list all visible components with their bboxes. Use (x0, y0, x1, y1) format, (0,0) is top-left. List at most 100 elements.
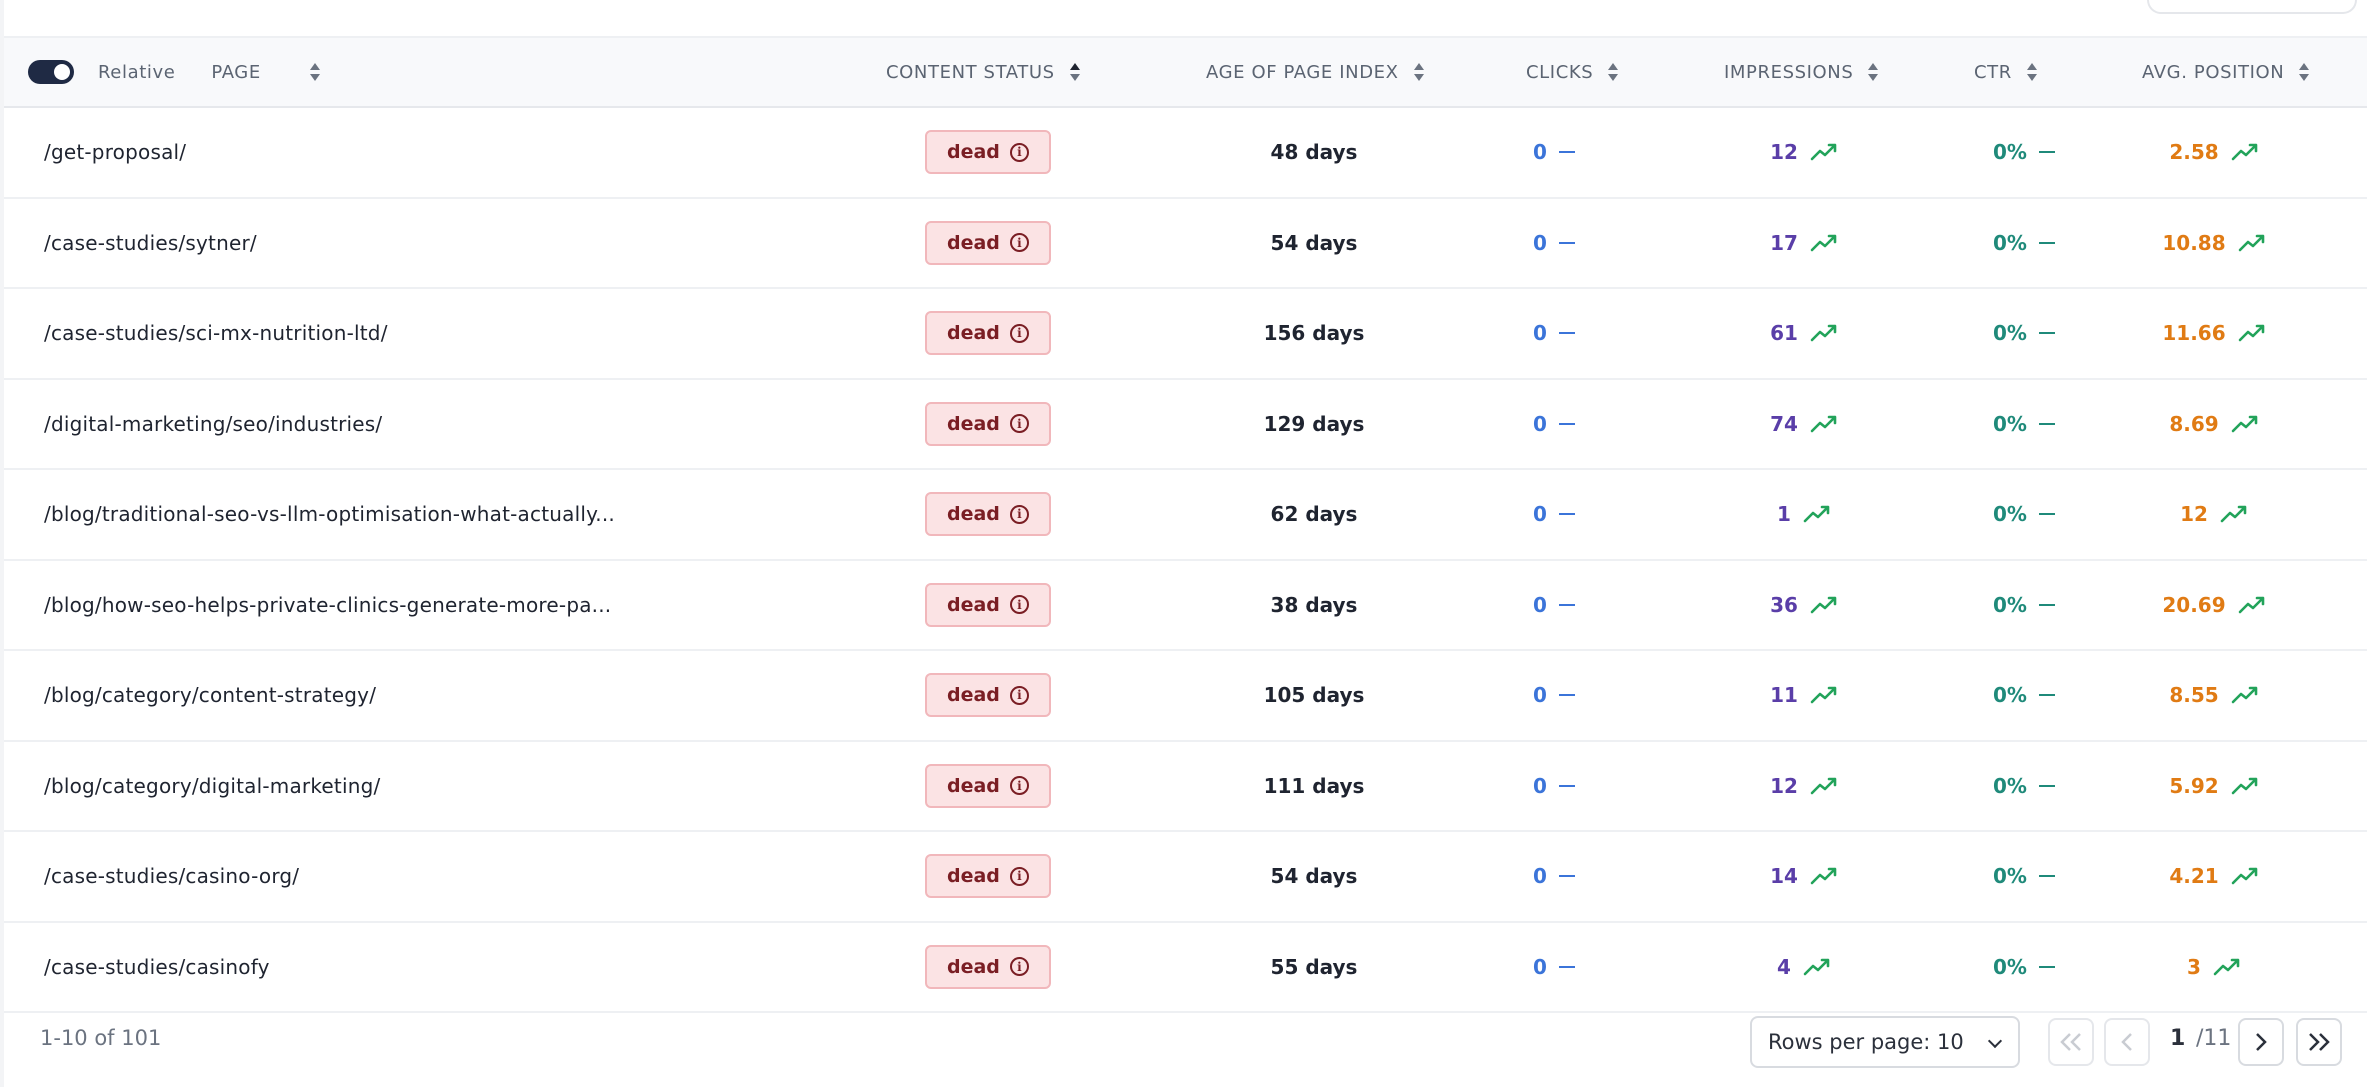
header-ctr[interactable]: CTR (1974, 38, 2038, 106)
table-row[interactable]: /blog/traditional-seo-vs-llm-optimisatio… (4, 470, 2367, 561)
table-row[interactable]: /blog/how-seo-helps-private-clinics-gene… (4, 560, 2367, 651)
current-page: 1 (2170, 1026, 2186, 1051)
trend-up-icon (1810, 234, 1837, 252)
age-cell: 55 days (1164, 923, 1464, 1012)
clicks-value: 0 (1533, 864, 1547, 889)
status-badge[interactable]: dead i (925, 220, 1051, 265)
page-path[interactable]: /blog/category/content-strategy/ (44, 683, 376, 707)
top-control-stub[interactable] (2147, 0, 2357, 14)
chevron-left-icon (2121, 1033, 2132, 1051)
info-icon[interactable]: i (1009, 866, 1029, 886)
sort-content-status-icon[interactable] (1069, 61, 1081, 83)
sort-impressions-icon[interactable] (1867, 61, 1879, 83)
sort-page-icon[interactable] (309, 61, 321, 83)
status-cell: dead i (925, 108, 1051, 197)
info-icon[interactable]: i (1009, 957, 1029, 977)
dash-icon (1558, 784, 1575, 787)
impressions-cell: 36 (1704, 561, 1904, 650)
dash-icon (1558, 875, 1575, 878)
info-icon[interactable]: i (1009, 504, 1029, 524)
table-row[interactable]: /get-proposal/ dead i 48 days 0 12 0% 2.… (4, 108, 2367, 199)
status-badge[interactable]: dead i (925, 944, 1051, 989)
status-badge[interactable]: dead i (925, 763, 1051, 808)
table-row[interactable]: /case-studies/sytner/ dead i 54 days 0 1… (4, 198, 2367, 289)
sort-ctr-icon[interactable] (2026, 61, 2038, 83)
status-badge[interactable]: dead i (925, 492, 1051, 537)
age-cell: 105 days (1164, 651, 1464, 740)
page-path[interactable]: /case-studies/sytner/ (44, 231, 257, 255)
table-row[interactable]: /blog/category/digital-marketing/ dead i… (4, 741, 2367, 832)
table-row[interactable]: /case-studies/casinofy dead i 55 days 0 … (4, 922, 2367, 1013)
sort-age-icon[interactable] (1413, 61, 1425, 83)
clicks-cell: 0 (1454, 832, 1654, 921)
relative-toggle[interactable] (28, 60, 74, 84)
clicks-value: 0 (1533, 321, 1547, 346)
status-cell: dead i (925, 742, 1051, 831)
status-badge[interactable]: dead i (925, 401, 1051, 446)
table-row[interactable]: /case-studies/casino-org/ dead i 54 days… (4, 832, 2367, 923)
age-cell: 48 days (1164, 108, 1464, 197)
page-cell: /case-studies/casino-org/ (44, 832, 299, 921)
page-path[interactable]: /case-studies/sci-mx-nutrition-ltd/ (44, 321, 388, 345)
table-row[interactable]: /digital-marketing/seo/industries/ dead … (4, 379, 2367, 470)
age-cell: 111 days (1164, 742, 1464, 831)
page-path[interactable]: /case-studies/casinofy (44, 955, 270, 979)
trend-up-icon (2231, 415, 2257, 433)
sort-clicks-icon[interactable] (1607, 61, 1619, 83)
info-icon[interactable]: i (1009, 142, 1029, 162)
page-path[interactable]: /blog/traditional-seo-vs-llm-optimisatio… (44, 502, 615, 526)
impressions-value: 17 (1770, 230, 1798, 255)
last-page-button[interactable] (2296, 1018, 2342, 1066)
clicks-value: 0 (1533, 502, 1547, 527)
info-icon[interactable]: i (1009, 685, 1029, 705)
first-page-button[interactable] (2048, 1018, 2094, 1066)
header-avg-position[interactable]: AVG. POSITION (2142, 38, 2310, 106)
table-row[interactable]: /blog/category/content-strategy/ dead i … (4, 651, 2367, 742)
rows-per-page-select[interactable]: Rows per page: 10 (1750, 1016, 2020, 1068)
status-cell: dead i (925, 199, 1051, 288)
dash-icon (1558, 422, 1575, 425)
position-value: 11.66 (2162, 321, 2226, 346)
impressions-cell: 1 (1704, 470, 1904, 559)
info-icon[interactable]: i (1009, 414, 1029, 434)
status-badge[interactable]: dead i (925, 673, 1051, 718)
dash-icon (2038, 875, 2055, 878)
table-footer: 1-10 of 101 Rows per page: 10 1 /11 (0, 1012, 2367, 1087)
info-icon[interactable]: i (1009, 323, 1029, 343)
page-path[interactable]: /digital-marketing/seo/industries/ (44, 412, 382, 436)
ctr-cell: 0% (1924, 651, 2124, 740)
info-icon[interactable]: i (1009, 776, 1029, 796)
trend-up-icon (1810, 596, 1837, 614)
page-path[interactable]: /blog/category/digital-marketing/ (44, 774, 380, 798)
page-path[interactable]: /get-proposal/ (44, 140, 186, 164)
info-icon[interactable]: i (1009, 595, 1029, 615)
trend-up-icon (1810, 143, 1837, 161)
page-cell: /case-studies/sci-mx-nutrition-ltd/ (44, 289, 388, 378)
header-age[interactable]: AGE OF PAGE INDEX (1206, 38, 1425, 106)
status-badge[interactable]: dead i (925, 311, 1051, 356)
page-path[interactable]: /case-studies/casino-org/ (44, 864, 299, 888)
header-clicks[interactable]: CLICKS (1526, 38, 1619, 106)
status-cell: dead i (925, 651, 1051, 740)
next-page-button[interactable] (2238, 1018, 2284, 1066)
info-icon[interactable]: i (1009, 233, 1029, 253)
table-row[interactable]: /case-studies/sci-mx-nutrition-ltd/ dead… (4, 289, 2367, 380)
status-badge[interactable]: dead i (925, 854, 1051, 899)
status-badge[interactable]: dead i (925, 130, 1051, 175)
position-cell: 12 (2104, 470, 2324, 559)
sort-avg-position-icon[interactable] (2298, 61, 2310, 83)
position-value: 5.92 (2169, 773, 2219, 798)
page-path[interactable]: /blog/how-seo-helps-private-clinics-gene… (44, 593, 611, 617)
dash-icon (2038, 694, 2055, 697)
status-badge[interactable]: dead i (925, 582, 1051, 627)
status-label: dead (947, 865, 1000, 888)
header-content-status[interactable]: CONTENT STATUS (886, 38, 1081, 106)
trend-up-icon (1810, 867, 1837, 885)
dash-icon (2038, 151, 2055, 154)
ctr-value: 0% (1993, 683, 2027, 708)
header-impressions[interactable]: IMPRESSIONS (1724, 38, 1879, 106)
trend-up-icon (2238, 324, 2264, 342)
header-page-label[interactable]: PAGE (211, 62, 260, 83)
age-value: 111 days (1263, 773, 1365, 798)
prev-page-button[interactable] (2104, 1018, 2150, 1066)
